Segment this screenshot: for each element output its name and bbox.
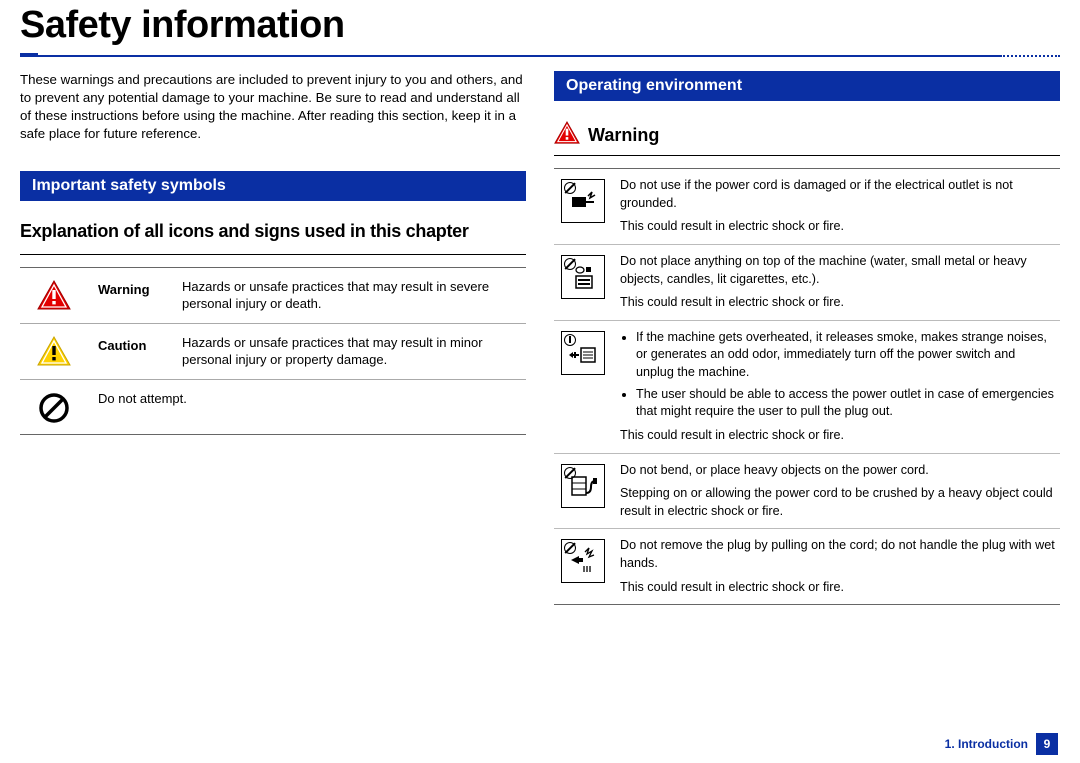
content-columns: These warnings and precautions are inclu…	[0, 57, 1080, 605]
env-row: Do not use if the power cord is damaged …	[554, 169, 1060, 245]
wet-hands-plug-icon	[558, 537, 608, 583]
footer-chapter: 1. Introduction	[945, 737, 1028, 751]
env-result: This could result in electric shock or f…	[620, 294, 1056, 312]
env-bullets: If the machine gets overheated, it relea…	[636, 329, 1056, 421]
warning-divider	[554, 155, 1060, 156]
env-text: Do not bend, or place heavy objects on t…	[620, 462, 1056, 521]
symbol-row-warning: Warning Hazards or unsafe practices that…	[20, 268, 526, 324]
prohibit-badge-icon	[564, 258, 576, 270]
subhead-explanation: Explanation of all icons and signs used …	[20, 221, 526, 242]
prohibit-icon	[24, 390, 84, 424]
left-column: These warnings and precautions are inclu…	[20, 71, 526, 605]
page-title: Safety information	[0, 0, 1080, 53]
power-badge-icon	[564, 334, 576, 346]
bent-cord-icon	[558, 462, 608, 508]
prohibit-badge-icon	[564, 182, 576, 194]
section-bar-environment: Operating environment	[554, 71, 1060, 101]
env-bullet: The user should be able to access the po…	[636, 386, 1056, 421]
env-result: Stepping on or allowing the power cord t…	[620, 485, 1056, 520]
env-row: Do not bend, or place heavy objects on t…	[554, 454, 1060, 530]
symbol-row-caution: Caution Hazards or unsafe practices that…	[20, 324, 526, 380]
env-row: Do not place anything on top of the mach…	[554, 245, 1060, 321]
damaged-cord-icon	[558, 177, 608, 223]
env-main: Do not bend, or place heavy objects on t…	[620, 462, 1056, 480]
env-row: Do not remove the plug by pulling on the…	[554, 529, 1060, 604]
section-bar-symbols: Important safety symbols	[20, 171, 526, 201]
intro-paragraph: These warnings and precautions are inclu…	[20, 71, 526, 143]
env-result: This could result in electric shock or f…	[620, 427, 1056, 445]
title-underline	[20, 53, 1060, 57]
subhead-divider	[20, 254, 526, 255]
env-row: If the machine gets overheated, it relea…	[554, 321, 1060, 454]
symbols-table: Warning Hazards or unsafe practices that…	[20, 267, 526, 435]
overheat-unplug-icon	[558, 329, 608, 375]
footer-page-number: 9	[1036, 733, 1058, 755]
caution-triangle-icon	[24, 334, 84, 366]
warning-triangle-icon	[554, 121, 580, 149]
symbol-desc: Hazards or unsafe practices that may res…	[182, 278, 522, 313]
env-main: Do not place anything on top of the mach…	[620, 253, 1056, 288]
environment-table: Do not use if the power cord is damaged …	[554, 168, 1060, 605]
page-footer: 1. Introduction 9	[945, 733, 1058, 755]
symbol-desc: Hazards or unsafe practices that may res…	[182, 334, 522, 369]
symbol-desc: Do not attempt.	[98, 390, 522, 408]
warning-heading: Warning	[554, 121, 1060, 149]
env-main: Do not use if the power cord is damaged …	[620, 177, 1056, 212]
env-result: This could result in electric shock or f…	[620, 218, 1056, 236]
env-bullet: If the machine gets overheated, it relea…	[636, 329, 1056, 382]
warning-heading-text: Warning	[588, 125, 659, 146]
symbol-label: Warning	[98, 278, 168, 297]
symbol-label: Caution	[98, 334, 168, 353]
env-main: Do not remove the plug by pulling on the…	[620, 537, 1056, 572]
symbol-row-donot: Do not attempt.	[20, 380, 526, 434]
env-text: If the machine gets overheated, it relea…	[620, 329, 1056, 445]
warning-triangle-icon	[24, 278, 84, 310]
env-text: Do not use if the power cord is damaged …	[620, 177, 1056, 236]
env-text: Do not remove the plug by pulling on the…	[620, 537, 1056, 596]
right-column: Operating environment Warning	[554, 71, 1060, 605]
env-text: Do not place anything on top of the mach…	[620, 253, 1056, 312]
env-result: This could result in electric shock or f…	[620, 579, 1056, 597]
prohibit-badge-icon	[564, 467, 576, 479]
objects-on-machine-icon	[558, 253, 608, 299]
